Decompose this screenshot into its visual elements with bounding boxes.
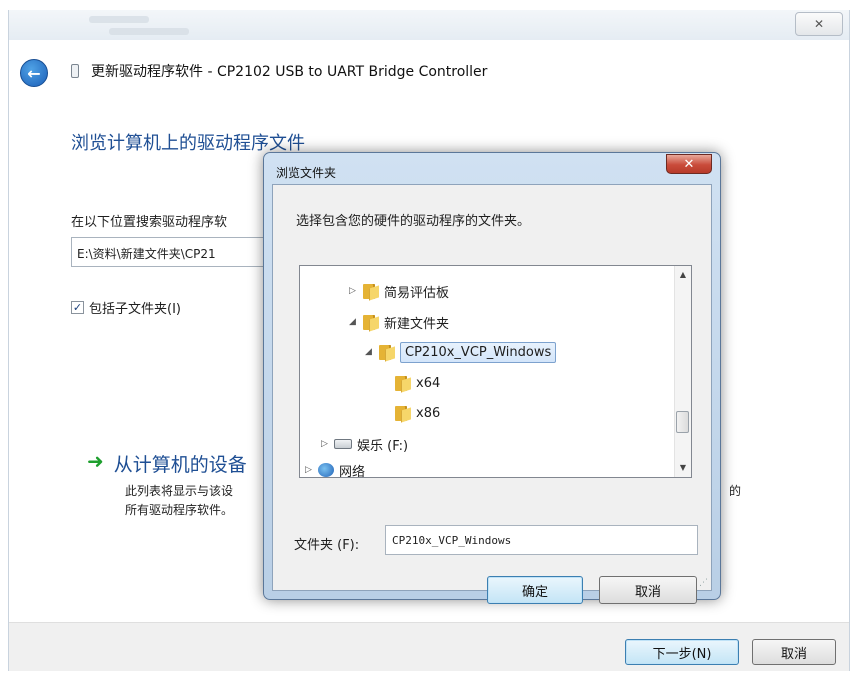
wizard-titlebar: ✕ <box>9 10 849 40</box>
folder-icon <box>394 405 411 421</box>
drive-icon <box>334 439 352 449</box>
scroll-down-arrow-icon[interactable]: ▼ <box>675 459 691 476</box>
folder-field-label: 文件夹 (F): <box>294 538 360 553</box>
browse-for-folder-dialog: 浏览文件夹 ✕ 选择包含您的硬件的驱动程序的文件夹。 ▷ 简易评估板 ◢ 新建文… <box>263 152 721 604</box>
collapse-arrow-icon[interactable]: ◢ <box>348 317 357 327</box>
collapse-arrow-icon[interactable]: ◢ <box>364 347 373 357</box>
next-button[interactable]: 下一步(N) <box>625 639 739 665</box>
wizard-footer: 下一步(N) 取消 <box>9 622 849 671</box>
dialog-title: 浏览文件夹 <box>276 166 337 180</box>
scrollbar-thumb[interactable] <box>676 411 689 433</box>
expand-arrow-icon[interactable]: ▷ <box>320 439 329 449</box>
tree-node[interactable]: x86 <box>394 402 440 424</box>
checkbox-check-icon[interactable]: ✓ <box>71 301 84 314</box>
pick-from-list-link[interactable]: ➜ 从计算机的设备 <box>87 450 247 477</box>
pick-description-line1: 此列表将显示与该设 <box>125 484 234 498</box>
tree-node-label[interactable]: 新建文件夹 <box>384 313 449 332</box>
tree-node-label[interactable]: x64 <box>416 376 440 391</box>
device-icon <box>71 64 79 78</box>
tree-node-label[interactable]: CP210x_VCP_Windows <box>400 341 557 363</box>
include-subfolders-label: 包括子文件夹(I) <box>89 302 181 317</box>
dialog-close-button[interactable]: ✕ <box>666 154 712 174</box>
folder-icon <box>394 375 411 391</box>
wizard-close-button[interactable]: ✕ <box>795 12 843 36</box>
folder-icon <box>362 283 379 299</box>
wizard-title: 更新驱动程序软件 - CP2102 USB to UART Bridge Con… <box>91 64 488 80</box>
ok-button[interactable]: 确定 <box>487 576 583 604</box>
tree-node-label[interactable]: 网络 <box>339 461 365 478</box>
tree-node-label[interactable]: x86 <box>416 406 440 421</box>
tree-node-label[interactable]: 简易评估板 <box>384 282 449 301</box>
tree-node[interactable]: x64 <box>394 372 440 394</box>
wizard-header: ← 更新驱动程序软件 - CP2102 USB to UART Bridge C… <box>9 40 849 98</box>
expand-arrow-icon[interactable]: ▷ <box>348 286 357 296</box>
network-icon <box>318 463 334 477</box>
tree-scrollbar[interactable]: ▲ ▼ <box>674 266 691 477</box>
tree-node-label[interactable]: 娱乐 (F:) <box>357 435 408 454</box>
folder-icon <box>378 344 395 360</box>
tree-node-selected[interactable]: ◢ CP210x_VCP_Windows <box>364 341 557 363</box>
resize-grip-icon[interactable]: ⋰ <box>699 578 708 588</box>
wizard-cancel-button[interactable]: 取消 <box>752 639 836 665</box>
dialog-cancel-button[interactable]: 取消 <box>599 576 697 604</box>
tree-node[interactable]: ◢ 新建文件夹 <box>348 311 449 333</box>
folder-name-input[interactable]: CP210x_VCP_Windows <box>385 525 698 555</box>
green-arrow-icon: ➜ <box>87 449 104 473</box>
dialog-description: 选择包含您的硬件的驱动程序的文件夹。 <box>296 214 531 229</box>
folder-icon <box>362 314 379 330</box>
pick-from-list-title[interactable]: 从计算机的设备 <box>114 450 247 477</box>
pick-description-tail: 的 <box>729 484 742 498</box>
expand-arrow-icon[interactable]: ▷ <box>304 465 313 475</box>
scroll-up-arrow-icon[interactable]: ▲ <box>675 266 691 283</box>
dialog-body: 选择包含您的硬件的驱动程序的文件夹。 ▷ 简易评估板 ◢ 新建文件夹 ◢ CP2… <box>272 184 712 604</box>
search-location-label: 在以下位置搜索驱动程序软 <box>71 215 228 230</box>
tree-node[interactable]: ▷ 娱乐 (F:) <box>320 433 408 455</box>
back-button[interactable]: ← <box>20 59 48 87</box>
pick-description-line2: 所有驱动程序软件。 <box>125 503 234 517</box>
folder-tree[interactable]: ▷ 简易评估板 ◢ 新建文件夹 ◢ CP210x_VCP_Windows x64… <box>299 265 692 478</box>
include-subfolders-checkbox[interactable]: ✓ 包括子文件夹(I) <box>71 298 181 317</box>
tree-node[interactable]: ▷ 网络 <box>304 459 365 478</box>
tree-node[interactable]: ▷ 简易评估板 <box>348 280 449 302</box>
